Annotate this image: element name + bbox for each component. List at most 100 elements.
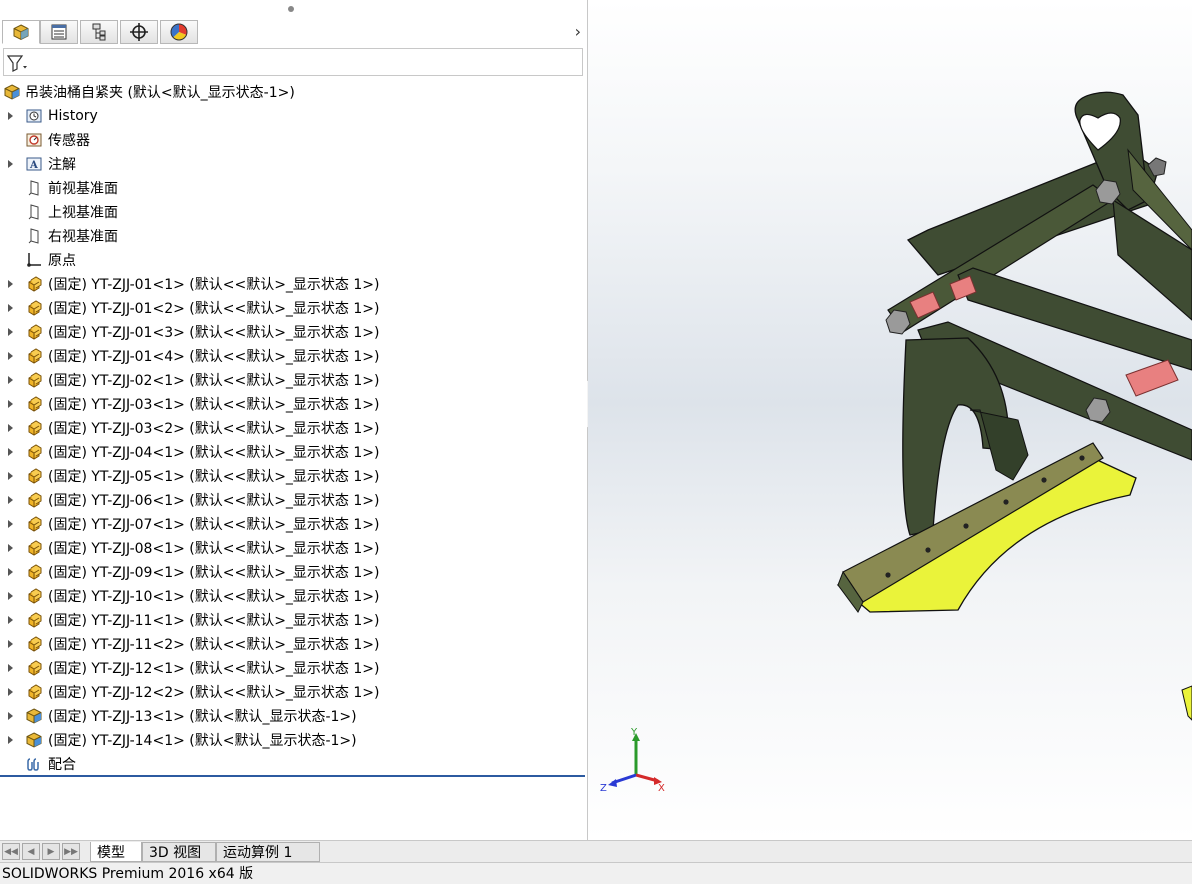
plane-icon: [28, 204, 39, 220]
tree-item[interactable]: (固定) YT-ZJJ-10<1> (默认<<默认>_显示状态 1>): [0, 584, 585, 608]
tree-item[interactable]: (固定) YT-ZJJ-06<1> (默认<<默认>_显示状态 1>): [0, 488, 585, 512]
expand-arrow-icon[interactable]: [8, 688, 13, 696]
tree-item[interactable]: 前视基准面: [0, 176, 585, 200]
expand-arrow-icon[interactable]: [8, 376, 13, 384]
tree-root-assembly[interactable]: 吊装油桶自紧夹 (默认<默认_显示状态-1>): [0, 80, 585, 104]
tree-item[interactable]: 右视基准面: [0, 224, 585, 248]
expand-arrow-icon[interactable]: [8, 712, 13, 720]
tree-item[interactable]: (固定) YT-ZJJ-01<4> (默认<<默认>_显示状态 1>): [0, 344, 585, 368]
configuration-manager-tab[interactable]: [80, 20, 118, 44]
tree-root-label: 吊装油桶自紧夹 (默认<默认_显示状态-1>): [25, 85, 295, 101]
panel-tab-bar: ›: [0, 20, 587, 46]
expand-arrow-icon[interactable]: [8, 280, 13, 288]
configuration-manager-icon: [92, 23, 106, 41]
tree-item-label: 前视基准面: [48, 181, 118, 197]
tree-item[interactable]: (固定) YT-ZJJ-05<1> (默认<<默认>_显示状态 1>): [0, 464, 585, 488]
expand-arrow-icon[interactable]: [8, 520, 13, 528]
feature-manager-icon: [13, 24, 29, 41]
tree-item-label: (固定) YT-ZJJ-12<2> (默认<<默认>_显示状态 1>): [48, 685, 380, 701]
expand-arrow-icon[interactable]: [8, 568, 13, 576]
expand-arrow-icon[interactable]: [8, 496, 13, 504]
tree-item[interactable]: (固定) YT-ZJJ-03<2> (默认<<默认>_显示状态 1>): [0, 416, 585, 440]
dimxpert-icon: [130, 23, 148, 41]
tab-last-button[interactable]: ▶▶: [62, 843, 80, 860]
tree-item[interactable]: 配合: [0, 752, 585, 776]
tree-item-label: 原点: [48, 253, 76, 269]
expand-arrow-icon[interactable]: [8, 736, 13, 744]
tab-motion-study[interactable]: 运动算例 1: [216, 842, 320, 862]
tree-item-label: 配合: [48, 757, 76, 773]
tree-item[interactable]: (固定) YT-ZJJ-09<1> (默认<<默认>_显示状态 1>): [0, 560, 585, 584]
tree-item[interactable]: (固定) YT-ZJJ-03<1> (默认<<默认>_显示状态 1>): [0, 392, 585, 416]
status-bar: SOLIDWORKS Premium 2016 x64 版: [0, 862, 1192, 884]
subassembly-icon: [28, 540, 42, 556]
svg-text:A: A: [29, 160, 38, 171]
dimxpert-manager-tab[interactable]: [120, 20, 158, 44]
tree-item-label: (固定) YT-ZJJ-11<2> (默认<<默认>_显示状态 1>): [48, 637, 380, 653]
display-manager-tab[interactable]: [160, 20, 198, 44]
tree-item[interactable]: History: [0, 104, 585, 128]
tree-item[interactable]: (固定) YT-ZJJ-02<1> (默认<<默认>_显示状态 1>): [0, 368, 585, 392]
tab-first-button[interactable]: ◀◀: [2, 843, 20, 860]
tab-prev-button[interactable]: ◀: [22, 843, 40, 860]
tree-item[interactable]: (固定) YT-ZJJ-12<1> (默认<<默认>_显示状态 1>): [0, 656, 585, 680]
tab-3d-view[interactable]: 3D 视图: [142, 842, 216, 862]
tree-item[interactable]: (固定) YT-ZJJ-11<2> (默认<<默认>_显示状态 1>): [0, 632, 585, 656]
tree-item[interactable]: (固定) YT-ZJJ-08<1> (默认<<默认>_显示状态 1>): [0, 536, 585, 560]
tree-item[interactable]: (固定) YT-ZJJ-13<1> (默认<默认_显示状态-1>): [0, 704, 585, 728]
tree-item[interactable]: (固定) YT-ZJJ-07<1> (默认<<默认>_显示状态 1>): [0, 512, 585, 536]
expand-arrow-icon[interactable]: [8, 664, 13, 672]
expand-arrow-icon[interactable]: [8, 640, 13, 648]
filter-icon[interactable]: [6, 53, 28, 73]
tree-item[interactable]: 上视基准面: [0, 200, 585, 224]
tree-item[interactable]: 原点: [0, 248, 585, 272]
expand-arrow-icon[interactable]: [8, 544, 13, 552]
tree-item[interactable]: (固定) YT-ZJJ-04<1> (默认<<默认>_显示状态 1>): [0, 440, 585, 464]
tree-item-label: (固定) YT-ZJJ-09<1> (默认<<默认>_显示状态 1>): [48, 565, 380, 581]
origin-icon: [27, 253, 41, 267]
tree-item-label: (固定) YT-ZJJ-03<1> (默认<<默认>_显示状态 1>): [48, 397, 380, 413]
subassembly-icon: [28, 276, 42, 292]
tab-next-button[interactable]: ▶: [42, 843, 60, 860]
tree-item-label: 注解: [48, 157, 76, 173]
tree-item-label: (固定) YT-ZJJ-06<1> (默认<<默认>_显示状态 1>): [48, 493, 380, 509]
tree-item-label: (固定) YT-ZJJ-01<1> (默认<<默认>_显示状态 1>): [48, 277, 380, 293]
tree-filter-box[interactable]: [3, 48, 583, 76]
panel-expand-arrow-icon[interactable]: ›: [575, 22, 581, 41]
tree-item[interactable]: (固定) YT-ZJJ-01<1> (默认<<默认>_显示状态 1>): [0, 272, 585, 296]
panel-grip-handle[interactable]: [288, 6, 294, 12]
expand-arrow-icon[interactable]: [8, 352, 13, 360]
tree-item-label: 右视基准面: [48, 229, 118, 245]
expand-arrow-icon[interactable]: [8, 592, 13, 600]
tree-item[interactable]: (固定) YT-ZJJ-11<1> (默认<<默认>_显示状态 1>): [0, 608, 585, 632]
part-icon: [26, 708, 42, 724]
expand-arrow-icon[interactable]: [8, 616, 13, 624]
expand-arrow-icon[interactable]: [8, 160, 13, 168]
expand-arrow-icon[interactable]: [8, 424, 13, 432]
tab-model[interactable]: 模型: [90, 842, 142, 862]
tree-item[interactable]: 传感器: [0, 128, 585, 152]
tree-item[interactable]: (固定) YT-ZJJ-14<1> (默认<默认_显示状态-1>): [0, 728, 585, 752]
subassembly-icon: [28, 492, 42, 508]
tree-item-label: (固定) YT-ZJJ-05<1> (默认<<默认>_显示状态 1>): [48, 469, 380, 485]
tree-item-label: (固定) YT-ZJJ-07<1> (默认<<默认>_显示状态 1>): [48, 517, 380, 533]
feature-manager-tab[interactable]: [2, 20, 40, 44]
tree-item[interactable]: A 注解: [0, 152, 585, 176]
expand-arrow-icon[interactable]: [8, 448, 13, 456]
annotation-icon: A: [26, 157, 42, 171]
expand-arrow-icon[interactable]: [8, 472, 13, 480]
expand-arrow-icon[interactable]: [8, 400, 13, 408]
expand-arrow-icon[interactable]: [8, 112, 13, 120]
expand-arrow-icon[interactable]: [8, 328, 13, 336]
property-manager-tab[interactable]: [40, 20, 78, 44]
clamp-3d-model[interactable]: [588, 0, 1192, 840]
tree-item[interactable]: (固定) YT-ZJJ-01<2> (默认<<默认>_显示状态 1>): [0, 296, 585, 320]
view-orientation-triad[interactable]: Y X Z: [598, 725, 668, 795]
subassembly-icon: [28, 444, 42, 460]
tree-item[interactable]: (固定) YT-ZJJ-01<3> (默认<<默认>_显示状态 1>): [0, 320, 585, 344]
expand-arrow-icon[interactable]: [8, 304, 13, 312]
assembly-icon: [4, 84, 20, 100]
tree-end-marker: [0, 775, 585, 777]
graphics-viewport[interactable]: Y X Z: [588, 0, 1192, 840]
tree-item[interactable]: (固定) YT-ZJJ-12<2> (默认<<默认>_显示状态 1>): [0, 680, 585, 704]
